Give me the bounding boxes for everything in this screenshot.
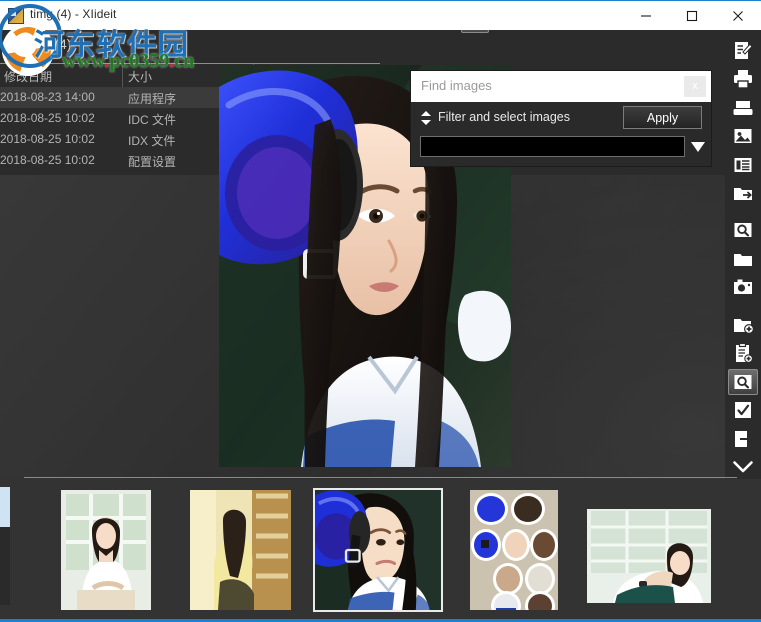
dropdown-caret-icon[interactable] <box>691 140 705 152</box>
find-images-header: Find images x <box>411 71 711 102</box>
search-input[interactable] <box>420 136 685 157</box>
print-icon[interactable] <box>728 66 758 91</box>
cell-date: 2018-08-25 10:02 <box>0 153 95 167</box>
tool-rail <box>725 35 761 480</box>
cell-type: 配置设置 <box>128 155 177 169</box>
cell-type: 应用程序 <box>128 92 177 106</box>
add-folder-icon[interactable] <box>728 312 758 337</box>
checkbox-icon[interactable] <box>728 398 758 423</box>
column-header-size[interactable]: 大小 <box>128 68 152 85</box>
find-images-icon[interactable] <box>728 368 758 395</box>
add-clipboard-icon[interactable] <box>728 341 758 366</box>
filter-section-label: Filter and select images <box>438 110 571 124</box>
close-button[interactable] <box>715 1 761 30</box>
thumbnail-0[interactable] <box>0 487 10 605</box>
minimize-button[interactable] <box>623 1 669 30</box>
app-icon <box>8 8 24 24</box>
close-icon[interactable]: x <box>684 76 706 97</box>
list-view-icon[interactable] <box>728 152 758 177</box>
back-arrow-icon[interactable] <box>4 37 20 53</box>
thumbnail-5[interactable] <box>587 509 711 603</box>
thumbnail-5-graphic <box>587 509 711 603</box>
edit-note-icon[interactable] <box>728 38 758 63</box>
thumbnail-4[interactable] <box>470 490 558 610</box>
up-down-spinner-icon[interactable] <box>420 111 432 125</box>
search-image-icon[interactable] <box>728 218 758 243</box>
panel-title: Find images <box>421 78 492 93</box>
thumbnail-3[interactable] <box>313 488 443 612</box>
application-window: timg (4) 修改日期 大小 2018-08-23 14:00 应用程序 2… <box>0 0 761 622</box>
breadcrumb[interactable]: timg (4) <box>24 36 71 52</box>
window-title: timg (4) - XIideit <box>30 7 117 21</box>
thumbnail-0-graphic <box>0 487 10 605</box>
export-folder-icon[interactable] <box>728 180 758 205</box>
thumbnail-2-graphic <box>190 490 291 610</box>
thumbnail-1-graphic <box>61 490 151 610</box>
cell-type: IDC 文件 <box>128 113 177 127</box>
image-icon[interactable] <box>728 123 758 148</box>
scan-icon[interactable] <box>728 95 758 120</box>
filmstrip-divider <box>24 477 737 478</box>
thumbnail-2[interactable] <box>190 490 291 610</box>
folder-icon[interactable] <box>728 246 758 271</box>
export-icon[interactable] <box>728 426 758 451</box>
maximize-button[interactable] <box>669 1 715 30</box>
thumbnail-4-graphic <box>470 490 558 610</box>
apply-button[interactable]: Apply <box>623 106 702 129</box>
cell-date: 2018-08-25 10:02 <box>0 132 95 146</box>
column-header-date[interactable]: 修改日期 <box>4 68 52 85</box>
camera-icon[interactable] <box>728 275 758 300</box>
cell-date: 2018-08-23 14:00 <box>0 90 95 104</box>
find-images-panel: Find images x Filter and select images A… <box>411 71 711 166</box>
filmstrip[interactable] <box>0 479 761 622</box>
cell-date: 2018-08-25 10:02 <box>0 111 95 125</box>
thumbnail-1[interactable] <box>61 490 151 610</box>
cell-type: IDX 文件 <box>128 134 176 148</box>
find-images-body: Filter and select images Apply <box>411 102 711 166</box>
thumbnail-3-graphic <box>315 490 441 610</box>
window-title-bar: timg (4) - XIideit <box>0 0 761 30</box>
